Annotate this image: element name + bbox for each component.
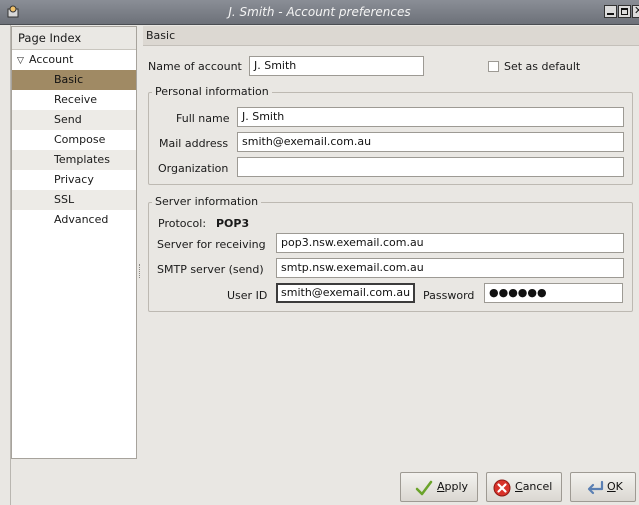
maximize-button[interactable] bbox=[618, 5, 631, 18]
protocol-value: POP3 bbox=[216, 217, 250, 230]
title-bar[interactable]: J. Smith - Account preferences bbox=[0, 0, 639, 25]
tree-item-templates[interactable]: Templates bbox=[12, 150, 136, 170]
checkmark-icon bbox=[415, 480, 433, 496]
tree-item-compose[interactable]: Compose bbox=[12, 130, 136, 150]
expander-down-icon[interactable]: ▽ bbox=[17, 51, 29, 71]
password-input[interactable]: ●●●●●● bbox=[484, 283, 623, 303]
ok-button[interactable]: OK bbox=[570, 472, 636, 502]
window-title: J. Smith - Account preferences bbox=[228, 5, 411, 19]
tree-item-ssl[interactable]: SSL bbox=[12, 190, 136, 210]
organization-input[interactable] bbox=[237, 157, 624, 177]
mail-address-input[interactable]: smith@exemail.com.au bbox=[237, 132, 624, 152]
tree-item-label: Account bbox=[29, 53, 74, 66]
set-default-checkbox[interactable] bbox=[488, 61, 499, 72]
smtp-server-input[interactable]: smtp.nsw.exemail.com.au bbox=[276, 258, 624, 278]
account-name-input[interactable]: J. Smith bbox=[249, 56, 424, 76]
apply-button[interactable]: Apply bbox=[400, 472, 478, 502]
cancel-mnemonic: C bbox=[515, 480, 523, 493]
receiving-server-input[interactable]: pop3.nsw.exemail.com.au bbox=[276, 233, 624, 253]
account-name-label: Name of account bbox=[148, 60, 242, 73]
server-info-title: Server information bbox=[152, 195, 262, 208]
cancel-button[interactable]: Cancel bbox=[486, 472, 562, 502]
cancel-label: ancel bbox=[522, 480, 553, 493]
page-index-header[interactable]: Page Index bbox=[12, 27, 136, 50]
splitter-grip[interactable] bbox=[139, 264, 141, 278]
tree-item-account[interactable]: ▽ Account bbox=[12, 50, 136, 70]
user-id-input[interactable]: smith@exemail.com.au bbox=[276, 283, 415, 303]
tree-item-basic[interactable]: Basic bbox=[12, 70, 136, 90]
password-label: Password bbox=[423, 289, 475, 302]
protocol-label: Protocol: bbox=[158, 217, 207, 230]
tree-item-receive[interactable]: Receive bbox=[12, 90, 136, 110]
minimize-button[interactable] bbox=[604, 5, 617, 18]
receiving-server-label: Server for receiving bbox=[157, 238, 266, 251]
basic-settings-panel: Basic Name of account J. Smith Set as de… bbox=[143, 26, 639, 459]
full-name-label: Full name bbox=[176, 112, 230, 125]
apply-mnemonic: A bbox=[437, 480, 445, 493]
section-title: Basic bbox=[143, 26, 639, 46]
close-button[interactable] bbox=[632, 5, 639, 18]
tree-item-send[interactable]: Send bbox=[12, 110, 136, 130]
organization-label: Organization bbox=[158, 162, 229, 175]
full-name-input[interactable]: J. Smith bbox=[237, 107, 624, 127]
preferences-window: J. Smith - Account preferences Page Inde… bbox=[0, 0, 639, 505]
ok-label: K bbox=[615, 480, 623, 493]
page-index-tree[interactable]: Page Index ▽ Account Basic Receive Send C… bbox=[11, 26, 137, 459]
mail-address-label: Mail address bbox=[159, 137, 229, 150]
ok-mnemonic: O bbox=[607, 480, 616, 493]
set-default-label[interactable]: Set as default bbox=[504, 60, 580, 73]
personal-info-title: Personal information bbox=[152, 85, 272, 98]
window-frame-left bbox=[0, 25, 11, 505]
cancel-icon bbox=[493, 479, 511, 497]
apply-label: pply bbox=[444, 480, 469, 493]
tree-item-privacy[interactable]: Privacy bbox=[12, 170, 136, 190]
tree-item-advanced[interactable]: Advanced bbox=[12, 210, 136, 230]
smtp-server-label: SMTP server (send) bbox=[157, 263, 264, 276]
enter-arrow-icon bbox=[587, 480, 604, 495]
user-id-label: User ID bbox=[227, 289, 268, 302]
